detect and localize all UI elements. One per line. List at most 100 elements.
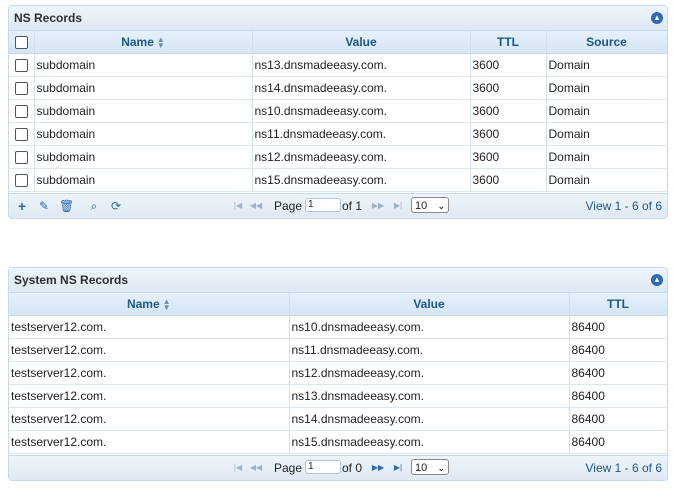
system-ns-records-caption: System NS Records ▲ [9, 268, 667, 293]
cell-ttl: 86400 [569, 315, 667, 339]
ns-records-table: Name ▲ ▼ Value TTL Source subdomain ns13.d… [9, 31, 667, 192]
rows-per-page-select[interactable]: 10 ⌄ [411, 197, 449, 213]
cell-value: ns14.dnsmadeeasy.com. [252, 76, 471, 100]
cell-name: subdomain [34, 122, 253, 146]
column-header-ttl[interactable]: TTL [470, 31, 547, 54]
cell-source: Domain [546, 99, 667, 123]
collapse-up-icon[interactable]: ▲ [651, 12, 663, 24]
table-row[interactable]: subdomain ns14.dnsmadeeasy.com. 3600 Dom… [9, 76, 667, 100]
table-row[interactable]: testserver12.com. ns14.dnsmadeeasy.com. … [9, 407, 667, 431]
select-all-checkbox[interactable] [14, 36, 28, 50]
cell-ttl: 3600 [470, 53, 547, 77]
cell-value: ns13.dnsmadeeasy.com. [252, 53, 471, 77]
cell-ttl: 86400 [569, 430, 667, 454]
cell-value: ns10.dnsmadeeasy.com. [252, 99, 471, 123]
first-page-icon[interactable]: |◀ [231, 461, 245, 475]
cell-value: ns14.dnsmadeeasy.com. [289, 407, 570, 431]
table-row[interactable]: testserver12.com. ns12.dnsmadeeasy.com. … [9, 361, 667, 385]
row-checkbox[interactable] [14, 105, 28, 119]
ns-records-header-row: Name ▲ ▼ Value TTL Source [9, 31, 667, 54]
ns-records-panel: NS Records ▲ Name ▲ ▼ Value TTL Source sub… [8, 5, 668, 219]
cell-value: ns13.dnsmadeeasy.com. [289, 384, 570, 408]
trash-icon[interactable]: 🗑 [59, 199, 74, 213]
cell-ttl: 3600 [470, 99, 547, 123]
page-number-input[interactable]: 1 [305, 460, 341, 474]
prev-page-icon[interactable]: ◀◀ [249, 461, 263, 475]
cell-value: ns11.dnsmadeeasy.com. [289, 338, 570, 362]
cell-name: subdomain [34, 145, 253, 169]
view-records-summary: View 1 - 6 of 6 [585, 461, 663, 475]
row-checkbox[interactable] [14, 151, 28, 165]
cell-name: subdomain [34, 99, 253, 123]
cell-name: testserver12.com. [9, 338, 290, 362]
cell-value: ns15.dnsmadeeasy.com. [252, 168, 471, 192]
plus-icon[interactable]: + [15, 199, 29, 213]
column-header-ttl[interactable]: TTL [569, 293, 667, 316]
cell-ttl: 86400 [569, 361, 667, 385]
table-row[interactable]: testserver12.com. ns11.dnsmadeeasy.com. … [9, 338, 667, 362]
next-page-icon[interactable]: ▶▶ [371, 199, 385, 213]
chevron-down-icon: ⌄ [437, 201, 445, 211]
magnifier-icon[interactable]: ⌕ [87, 199, 101, 213]
table-row[interactable]: testserver12.com. ns10.dnsmadeeasy.com. … [9, 315, 667, 339]
collapse-up-icon[interactable]: ▲ [651, 274, 663, 286]
page-label: Page [274, 461, 303, 475]
first-page-icon[interactable]: |◀ [231, 199, 245, 213]
cell-name: testserver12.com. [9, 315, 290, 339]
cell-name: testserver12.com. [9, 430, 290, 454]
prev-page-icon[interactable]: ◀◀ [249, 199, 263, 213]
cell-ttl: 3600 [470, 76, 547, 100]
last-page-icon[interactable]: ▶| [391, 461, 405, 475]
system-ns-records-header-row: Name ▲ ▼ Value TTL [9, 293, 667, 316]
next-page-icon[interactable]: ▶▶ [371, 461, 385, 475]
pencil-icon[interactable]: ✎ [37, 199, 51, 213]
cell-name: testserver12.com. [9, 407, 290, 431]
ns-records-caption: NS Records ▲ [9, 6, 667, 31]
sort-asc-icon: ▲ ▼ [162, 296, 171, 312]
column-header-value[interactable]: Value [289, 293, 570, 316]
table-row[interactable]: subdomain ns11.dnsmadeeasy.com. 3600 Dom… [9, 122, 667, 146]
table-row[interactable]: subdomain ns12.dnsmadeeasy.com. 3600 Dom… [9, 145, 667, 169]
table-row[interactable]: subdomain ns13.dnsmadeeasy.com. 3600 Dom… [9, 53, 667, 77]
last-page-icon[interactable]: ▶| [391, 199, 405, 213]
column-header-name-label: Name [121, 35, 154, 49]
table-row[interactable]: testserver12.com. ns13.dnsmadeeasy.com. … [9, 384, 667, 408]
column-header-source[interactable]: Source [546, 31, 667, 54]
chevron-down-icon: ⌄ [437, 463, 445, 473]
table-row[interactable]: subdomain ns10.dnsmadeeasy.com. 3600 Dom… [9, 99, 667, 123]
cell-value: ns11.dnsmadeeasy.com. [252, 122, 471, 146]
cell-source: Domain [546, 76, 667, 100]
cell-value: ns12.dnsmadeeasy.com. [252, 145, 471, 169]
cell-ttl: 3600 [470, 122, 547, 146]
page-number-input[interactable]: 1 [305, 198, 341, 212]
select-all-header[interactable] [9, 31, 35, 54]
column-header-name-label: Name [126, 297, 160, 311]
cell-source: Domain [546, 122, 667, 146]
row-checkbox[interactable] [14, 128, 28, 142]
cell-value: ns12.dnsmadeeasy.com. [289, 361, 570, 385]
row-checkbox[interactable] [14, 82, 28, 96]
refresh-icon[interactable]: ⟳ [109, 199, 123, 213]
column-header-name[interactable]: Name ▲ ▼ [9, 293, 290, 316]
table-row[interactable]: subdomain ns15.dnsmadeeasy.com. 3600 Dom… [9, 168, 667, 192]
column-header-value[interactable]: Value [252, 31, 471, 54]
cell-ttl: 86400 [569, 407, 667, 431]
cell-ttl: 86400 [569, 384, 667, 408]
rows-per-page-select[interactable]: 10 ⌄ [411, 459, 449, 475]
cell-name: subdomain [34, 76, 253, 100]
rows-per-page-value: 10 [415, 462, 428, 474]
cell-name: testserver12.com. [9, 361, 290, 385]
cell-value: ns15.dnsmadeeasy.com. [289, 430, 570, 454]
cell-ttl: 3600 [470, 145, 547, 169]
row-checkbox[interactable] [14, 59, 28, 73]
table-row[interactable]: testserver12.com. ns15.dnsmadeeasy.com. … [9, 430, 667, 454]
column-header-name[interactable]: Name ▲ ▼ [34, 31, 253, 54]
page-count-label: of 1 [342, 199, 363, 213]
system-ns-records-pager: |◀ ◀◀ Page 1 of 0 ▶▶ ▶| 10 ⌄ View 1 - 6 … [9, 455, 667, 480]
cell-source: Domain [546, 53, 667, 77]
cell-ttl: 3600 [470, 168, 547, 192]
view-records-summary: View 1 - 6 of 6 [585, 199, 663, 213]
row-checkbox[interactable] [14, 174, 28, 188]
cell-name: subdomain [34, 53, 253, 77]
sort-asc-icon: ▲ ▼ [156, 34, 165, 50]
